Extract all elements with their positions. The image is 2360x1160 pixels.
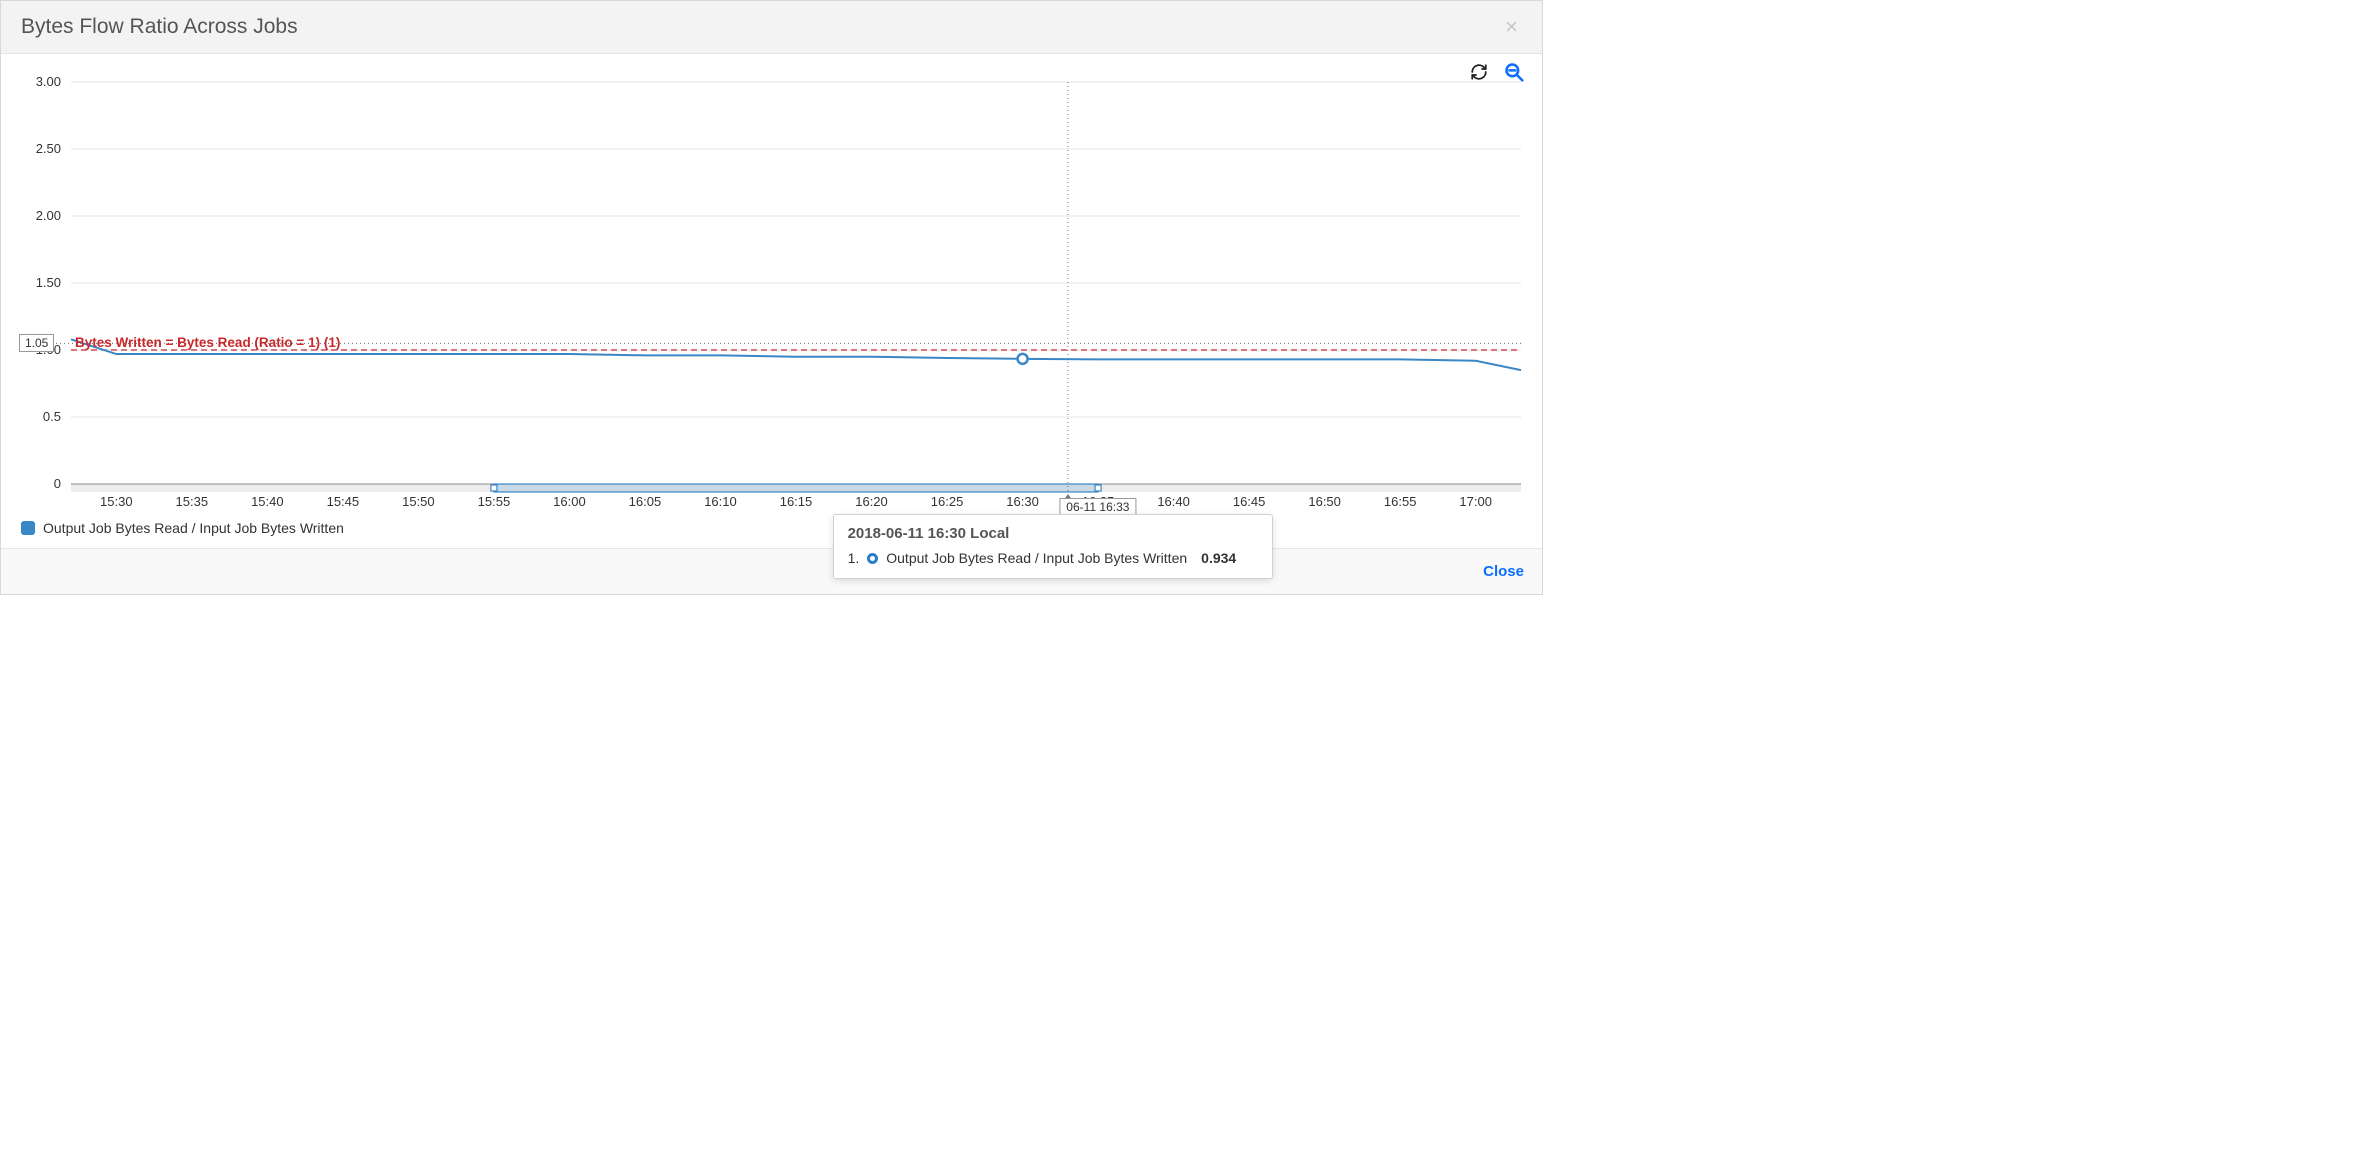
close-button[interactable]: Close <box>1483 563 1524 580</box>
tooltip-row-index: 1. <box>848 550 860 566</box>
tooltip-row: 1. Output Job Bytes Read / Input Job Byt… <box>848 550 1258 566</box>
modal-header: Bytes Flow Ratio Across Jobs × <box>1 1 1542 54</box>
svg-text:0.5: 0.5 <box>43 409 61 424</box>
svg-text:15:45: 15:45 <box>327 494 360 509</box>
y-hover-badge: 1.05 <box>19 334 54 352</box>
svg-text:16:55: 16:55 <box>1384 494 1417 509</box>
modal-body: 00.51.001.502.002.503.0015:3015:3515:401… <box>1 54 1542 548</box>
svg-text:3.00: 3.00 <box>36 74 61 89</box>
svg-text:2.50: 2.50 <box>36 141 61 156</box>
svg-text:16:00: 16:00 <box>553 494 586 509</box>
svg-text:2.00: 2.00 <box>36 208 61 223</box>
svg-text:15:40: 15:40 <box>251 494 284 509</box>
modal-title: Bytes Flow Ratio Across Jobs <box>21 15 298 39</box>
tooltip-title: 2018-06-11 16:30 Local <box>848 525 1258 542</box>
chart-tooltip: 2018-06-11 16:30 Local 1. Output Job Byt… <box>833 514 1273 579</box>
chart-svg: 00.51.001.502.002.503.0015:3015:3515:401… <box>11 74 1531 514</box>
svg-text:16:05: 16:05 <box>629 494 662 509</box>
legend-series-label: Output Job Bytes Read / Input Job Bytes … <box>43 520 344 536</box>
svg-text:16:50: 16:50 <box>1308 494 1341 509</box>
svg-text:16:45: 16:45 <box>1233 494 1266 509</box>
svg-text:15:55: 15:55 <box>478 494 511 509</box>
close-icon[interactable]: × <box>1501 16 1522 38</box>
modal: Bytes Flow Ratio Across Jobs × <box>0 0 1543 595</box>
reference-line-label: Bytes Written = Bytes Read (Ratio = 1) (… <box>75 335 340 350</box>
svg-text:17:00: 17:00 <box>1459 494 1492 509</box>
svg-text:16:25: 16:25 <box>931 494 964 509</box>
svg-text:16:10: 16:10 <box>704 494 737 509</box>
svg-text:15:50: 15:50 <box>402 494 435 509</box>
svg-text:16:40: 16:40 <box>1157 494 1190 509</box>
chart-area[interactable]: 00.51.001.502.002.503.0015:3015:3515:401… <box>11 74 1531 514</box>
svg-text:1.50: 1.50 <box>36 275 61 290</box>
chart-legend: Output Job Bytes Read / Input Job Bytes … <box>11 514 1532 548</box>
svg-text:15:30: 15:30 <box>100 494 133 509</box>
modal-footer: Close <box>1 548 1542 594</box>
svg-text:0: 0 <box>54 476 61 491</box>
legend-swatch <box>21 521 35 535</box>
svg-text:16:20: 16:20 <box>855 494 888 509</box>
tooltip-row-value: 0.934 <box>1201 550 1236 566</box>
circle-marker-icon <box>867 553 878 564</box>
svg-text:16:30: 16:30 <box>1006 494 1039 509</box>
tooltip-row-label: Output Job Bytes Read / Input Job Bytes … <box>886 550 1187 566</box>
svg-text:15:35: 15:35 <box>176 494 209 509</box>
svg-text:16:15: 16:15 <box>780 494 813 509</box>
